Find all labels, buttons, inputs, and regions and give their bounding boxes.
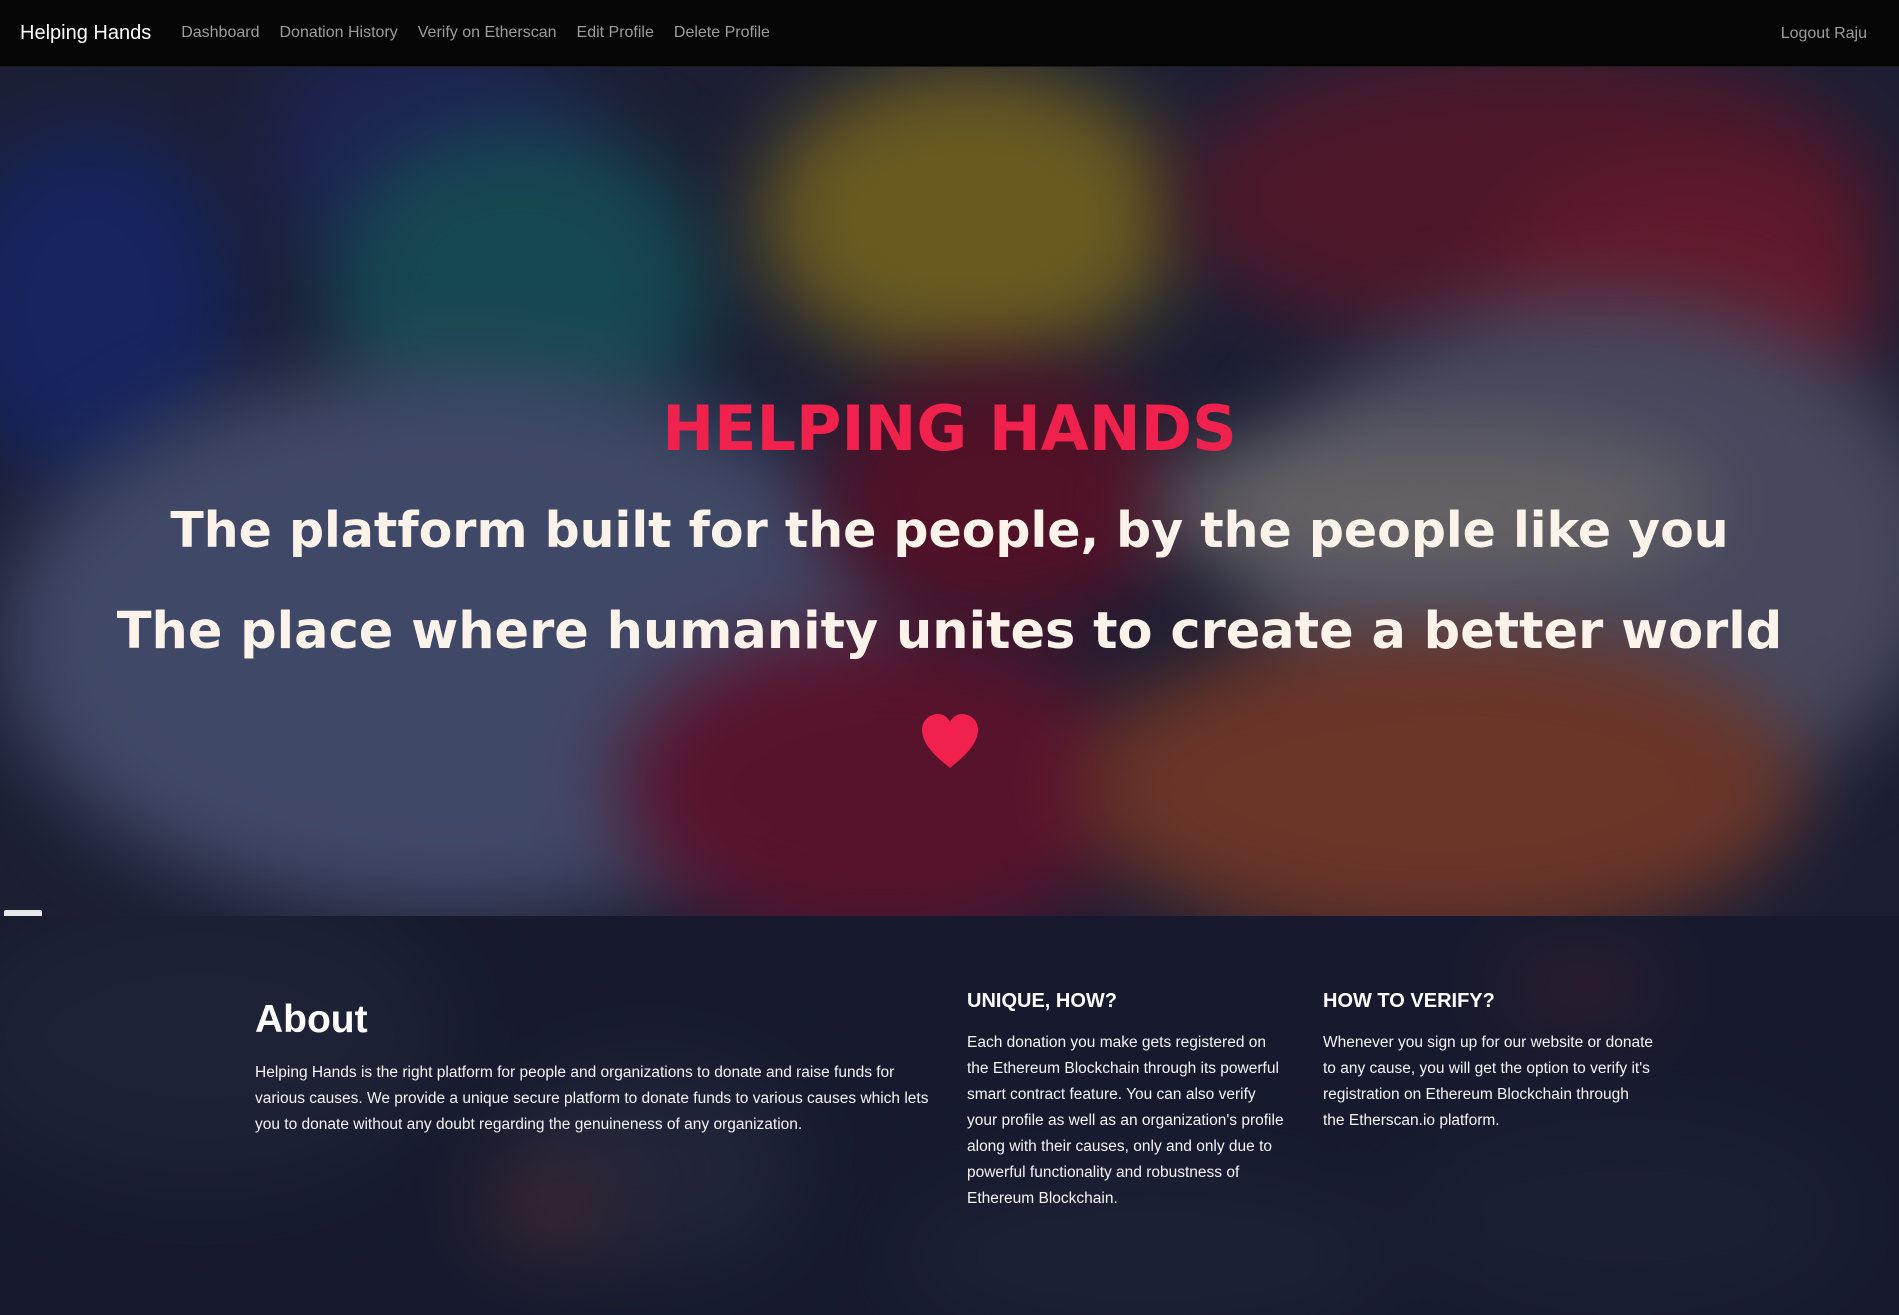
unique-column: UNIQUE, HOW? Each donation you make gets… [967,990,1287,1212]
hero-title: HELPING HANDS [662,392,1237,465]
heart-icon [922,714,978,768]
nav-verify-etherscan-link[interactable]: Verify on Etherscan [418,24,557,42]
top-navbar: Helping Hands Dashboard Donation History… [0,0,1899,67]
hero-tagline-1: The platform built for the people, by th… [170,502,1729,559]
verify-column: HOW TO VERIFY? Whenever you sign up for … [1323,990,1653,1134]
about-column: About Helping Hands is the right platfor… [255,998,935,1138]
about-section: About Helping Hands is the right platfor… [0,916,1899,1315]
logout-link[interactable]: Logout Raju [1781,25,1867,43]
unique-heading: UNIQUE, HOW? [967,990,1117,1012]
hero-content: HELPING HANDS The platform built for the… [0,67,1899,916]
nav-right: Logout Raju [1761,0,1867,67]
brand-link[interactable]: Helping Hands [20,22,151,45]
hero-tagline-2: The place where humanity unites to creat… [116,602,1783,661]
unique-text: Each donation you make gets registered o… [967,1034,1284,1207]
nav-delete-profile-link[interactable]: Delete Profile [674,24,770,42]
nav-donation-history-link[interactable]: Donation History [279,24,397,42]
verify-heading: HOW TO VERIFY? [1323,990,1495,1012]
page: Helping Hands Dashboard Donation History… [0,0,1899,1315]
hero-section: HELPING HANDS The platform built for the… [0,67,1899,916]
about-title: About [255,998,368,1041]
verify-text: Whenever you sign up for our website or … [1323,1034,1653,1129]
nav-links: Dashboard Donation History Verify on Eth… [161,24,770,42]
about-text: Helping Hands is the right platform for … [255,1064,929,1133]
nav-edit-profile-link[interactable]: Edit Profile [577,24,654,42]
nav-dashboard-link[interactable]: Dashboard [181,24,259,42]
